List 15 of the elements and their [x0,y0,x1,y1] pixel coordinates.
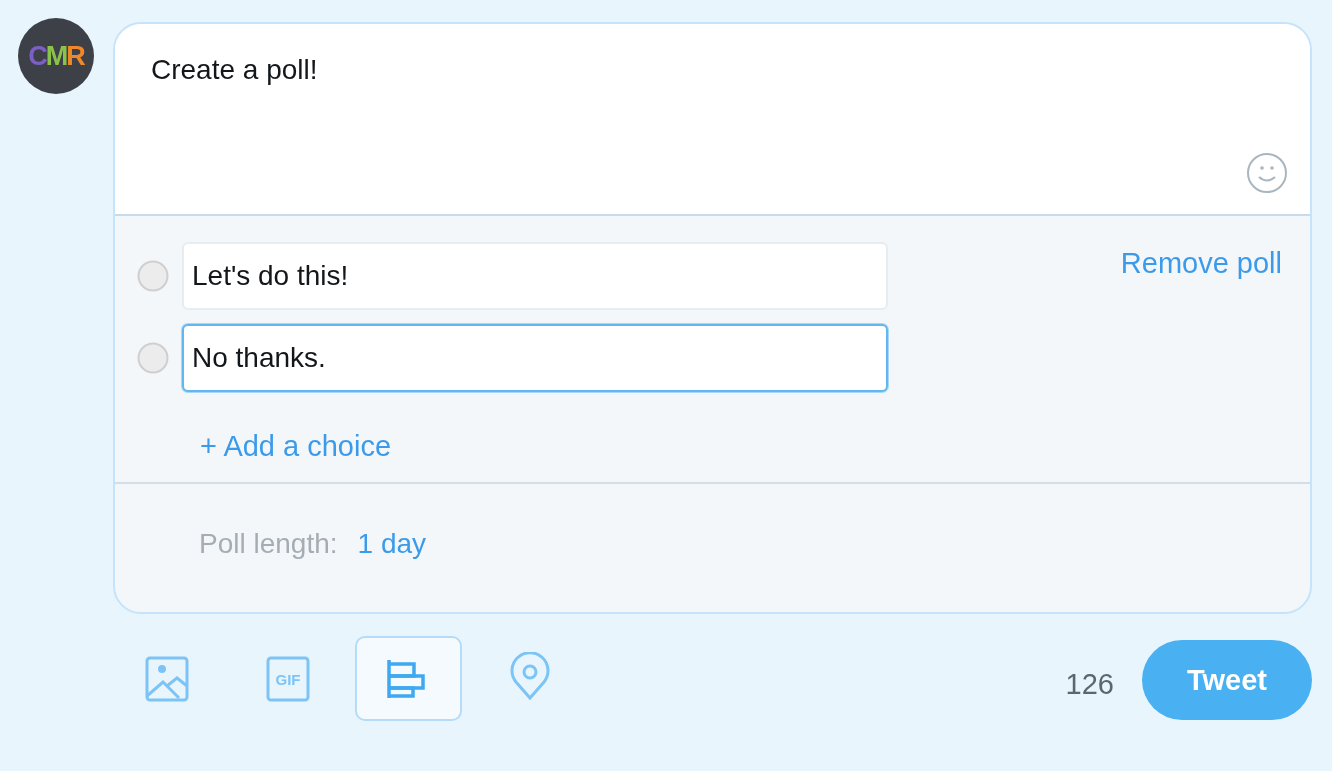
toolbar-button[interactable]: GIF [234,635,341,721]
smiley-icon[interactable] [1246,152,1288,194]
avatar: CMR [18,18,94,94]
tweet-button[interactable]: Tweet [1142,640,1312,720]
choice-field[interactable]: Let's do this! [182,242,888,310]
poll-length-value[interactable]: 1 day [357,528,427,560]
radio-icon [137,260,169,292]
character-count: 126 [1065,667,1114,701]
add-choice-link[interactable]: + Add a choice [200,430,392,463]
tweet-text[interactable]: Create a poll! [151,54,318,86]
poll-length-label: Poll length: [199,528,338,560]
radio-icon [137,342,169,374]
toolbar-button[interactable] [355,635,462,721]
choice-field[interactable]: No thanks. [182,324,888,392]
remove-poll-link[interactable]: Remove poll [1120,247,1282,280]
